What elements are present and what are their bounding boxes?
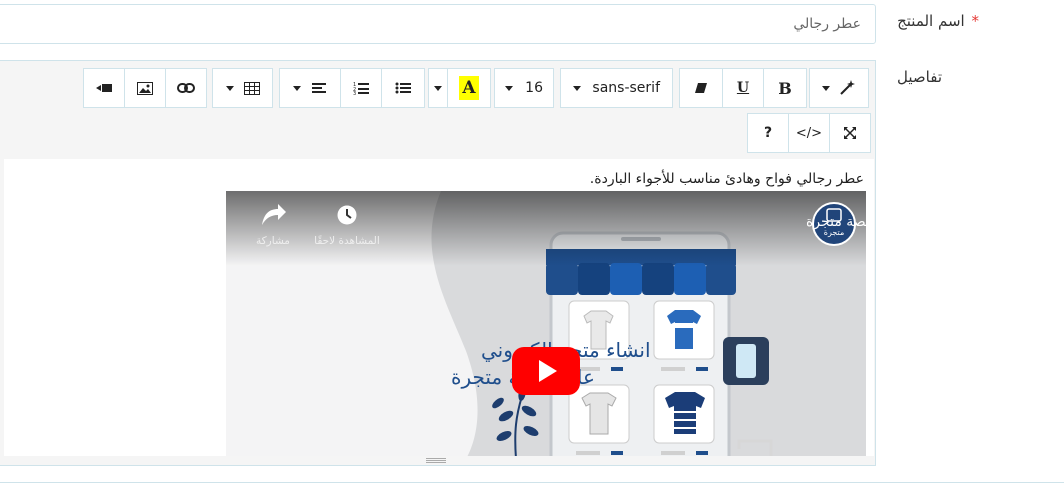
rich-text-editor: U B sans-serif 16 A 1 2 3 ? </> عطر رجال… — [0, 60, 876, 466]
underline-button[interactable]: U — [722, 68, 764, 108]
editor-toolbar: U B sans-serif 16 A 1 2 3 ? </> — [0, 61, 875, 157]
details-label: تفاصيل — [897, 68, 942, 86]
insert-picture-button[interactable] — [124, 68, 166, 108]
video-camera-icon — [96, 84, 112, 92]
link-icon — [177, 83, 195, 93]
editor-content[interactable]: عطر رجالي فواح وهادئ مناسب للأجواء البار… — [4, 159, 874, 458]
divider — [0, 482, 1064, 483]
fullscreen-icon — [844, 127, 856, 139]
paragraph-dropdown-button[interactable] — [279, 68, 341, 108]
youtube-play-button[interactable] — [512, 347, 580, 395]
help-button[interactable]: ? — [747, 113, 789, 153]
font-size-dropdown[interactable]: 16 — [494, 68, 554, 108]
awning — [546, 263, 736, 295]
font-name-group: sans-serif — [560, 68, 673, 108]
color-button[interactable]: A — [447, 68, 491, 108]
font-size-group: 16 — [494, 68, 554, 108]
required-mark: * — [971, 12, 980, 30]
insert-video-button[interactable] — [83, 68, 125, 108]
style-dropdown-button[interactable] — [809, 68, 869, 108]
chevron-down-icon — [434, 85, 442, 91]
share-label: مشاركة — [256, 235, 290, 247]
embedded-youtube-video[interactable]: متجرة شرح انشاء متجر الكتروني على منصة م… — [226, 191, 866, 458]
ordered-list-button[interactable]: 123 — [340, 68, 382, 108]
unordered-list-button[interactable] — [381, 68, 425, 108]
insert-link-button[interactable] — [165, 68, 207, 108]
chevron-down-icon — [573, 85, 581, 91]
chevron-down-icon — [822, 85, 830, 91]
video-title: شرح انشاء متجر الكتروني على منصة متجرة — [806, 214, 866, 230]
product-name-label-text: اسم المنتج — [897, 12, 965, 30]
svg-text:3: 3 — [353, 91, 356, 95]
font-name-value: sans-serif — [592, 80, 660, 96]
color-group: A — [428, 68, 491, 108]
product-name-label: * اسم المنتج — [897, 12, 979, 30]
fullscreen-button[interactable] — [829, 113, 871, 153]
font-name-dropdown[interactable]: sans-serif — [560, 68, 673, 108]
product-form: * اسم المنتج تفاصيل U B — [0, 0, 1064, 484]
grip-icon — [426, 458, 446, 463]
bold-button[interactable]: B — [763, 68, 807, 108]
paragraph-group: 123 — [279, 68, 425, 108]
editor-resize-handle[interactable] — [0, 456, 875, 465]
table-button[interactable] — [212, 68, 273, 108]
align-icon — [312, 83, 326, 93]
chevron-down-icon — [293, 85, 301, 91]
text-color-icon: A — [459, 76, 479, 100]
magic-wand-icon — [840, 80, 855, 95]
product-description-text: عطر رجالي فواح وهادئ مناسب للأجواء البار… — [589, 171, 864, 187]
insert-group — [83, 68, 207, 108]
bullet-list-icon — [395, 82, 411, 94]
picture-icon — [137, 81, 153, 95]
eraser-icon — [695, 83, 707, 93]
table-group — [212, 68, 273, 108]
format-group: U B — [679, 68, 807, 108]
chevron-down-icon — [225, 85, 234, 91]
code-view-button[interactable]: </> — [788, 113, 830, 153]
video-thumbnail: متجرة شرح انشاء متجر الكتروني على منصة م… — [226, 191, 866, 458]
chevron-down-icon — [505, 85, 513, 91]
ordered-list-icon: 123 — [353, 82, 369, 95]
eraser-button[interactable] — [679, 68, 723, 108]
color-dropdown-button[interactable] — [428, 68, 448, 108]
watch-later-label: المشاهدة لاحقًا — [314, 235, 380, 247]
font-size-value: 16 — [525, 80, 543, 96]
style-group — [809, 68, 869, 108]
product-name-input[interactable] — [0, 4, 876, 44]
table-icon — [243, 81, 260, 95]
misc-group: ? </> — [747, 113, 871, 153]
